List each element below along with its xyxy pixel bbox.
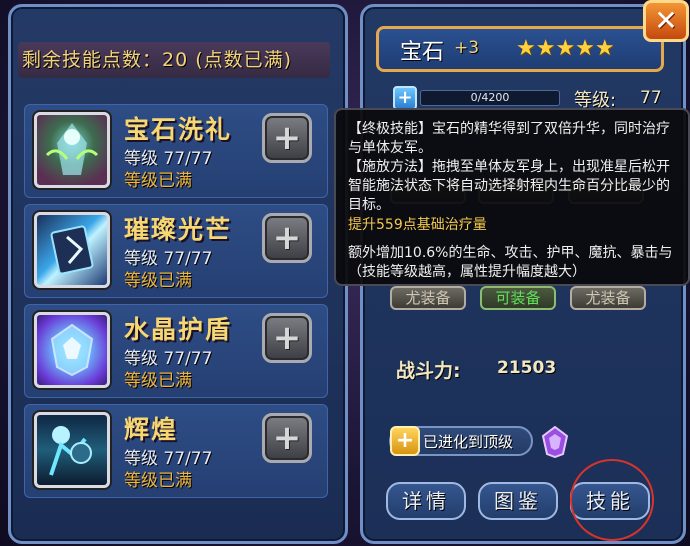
skill-radiance-icon xyxy=(34,212,110,288)
highlight-circle xyxy=(570,459,654,541)
evolve-button[interactable]: + xyxy=(390,426,420,456)
skill-status: 等级已满 xyxy=(124,271,192,291)
skill-baptism-icon xyxy=(34,112,110,188)
upgrade-skill-button[interactable]: + xyxy=(262,213,312,263)
exp-text: 0/4200 xyxy=(470,91,510,104)
tooltip-line: 额外增加10.6%的生命、攻击、护甲、魔抗、暴击与 xyxy=(348,245,673,261)
close-button[interactable]: ✕ xyxy=(643,0,689,42)
hero-rank: +3 xyxy=(454,38,480,58)
equip-slot[interactable]: 可装备 xyxy=(480,286,556,310)
skill-name: 水晶护盾 xyxy=(124,315,233,344)
upgrade-skill-button[interactable]: + xyxy=(262,313,312,363)
skill-status: 等级已满 xyxy=(124,471,192,491)
power-label: 战斗力: xyxy=(396,360,461,382)
skill-name: 璀璨光芒 xyxy=(124,215,233,244)
skill-points-label: 剩余技能点数：20 (点数已满) xyxy=(22,49,293,71)
hero-level-value: 77 xyxy=(640,88,662,108)
add-exp-button[interactable]: + xyxy=(393,86,417,110)
tab-details[interactable]: 详情 xyxy=(386,482,466,520)
tooltip-highlight: 提升559点基础治疗量 xyxy=(348,217,487,233)
close-icon: ✕ xyxy=(654,4,678,37)
tab-codex[interactable]: 图鉴 xyxy=(478,482,558,520)
skill-name: 宝石洗礼 xyxy=(124,115,233,144)
power-value: 21503 xyxy=(497,358,557,378)
plus-icon: + xyxy=(272,118,302,158)
tooltip-line: 【施放方法】拖拽至单体友军身上，出现准星后松开 xyxy=(348,159,670,175)
tooltip-line: 与单体友军。 xyxy=(348,140,432,156)
tooltip-line: （技能等级越高，属性提升幅度越大） xyxy=(348,264,586,280)
skill-status: 等级已满 xyxy=(124,171,192,191)
skill-tooltip: 【终极技能】宝石的精华得到了双倍升华，同时治疗 与单体友军。 【施放方法】拖拽至… xyxy=(334,108,690,286)
gem-icon xyxy=(541,425,569,459)
upgrade-skill-button[interactable]: + xyxy=(262,113,312,163)
skill-name: 辉煌 xyxy=(124,415,179,444)
skill-glory-icon xyxy=(34,412,110,488)
upgrade-skill-button[interactable]: + xyxy=(262,413,312,463)
evolve-status: 已进化到顶级 xyxy=(423,433,514,451)
tooltip-line: 【终极技能】宝石的精华得到了双倍升华，同时治疗 xyxy=(348,121,670,137)
tooltip-line: 智能施法状态下将自动选择射程内生命百分比最少的 xyxy=(348,178,670,194)
hero-stars-icon: ★★★★★ xyxy=(516,36,615,61)
plus-icon: + xyxy=(272,218,302,258)
skill-status: 等级已满 xyxy=(124,371,192,391)
plus-icon: + xyxy=(272,418,302,458)
hero-name: 宝石 xyxy=(400,40,445,65)
skill-crystal-shield-icon xyxy=(34,312,110,388)
plus-icon: + xyxy=(272,318,302,358)
tooltip-line: 目标。 xyxy=(348,197,390,213)
equip-slot[interactable]: 尤装备 xyxy=(570,286,646,310)
equip-slot[interactable]: 尤装备 xyxy=(390,286,466,310)
